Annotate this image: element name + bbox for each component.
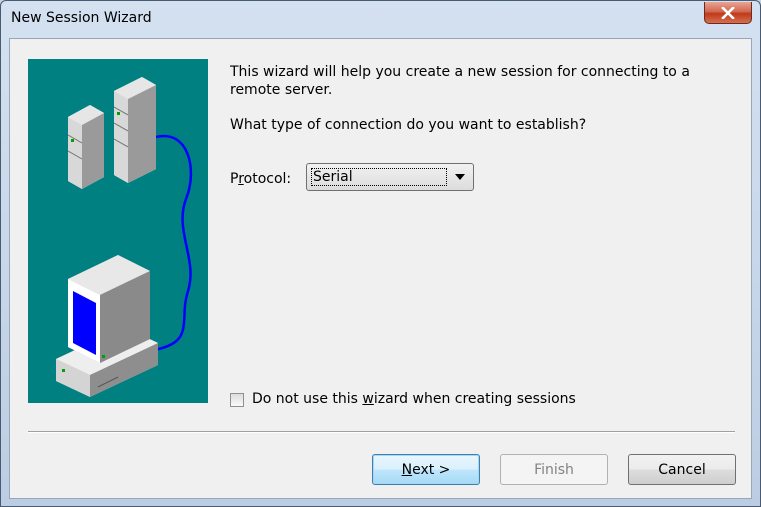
network-illustration — [56, 77, 193, 397]
dropdown-arrow-icon[interactable] — [455, 174, 465, 180]
server-icon — [67, 77, 156, 189]
protocol-dropdown[interactable]: Serial — [306, 163, 474, 191]
computer-icon — [56, 255, 158, 397]
window-title: New Session Wizard — [11, 10, 152, 26]
connection-question: What type of connection do you want to e… — [230, 117, 587, 133]
finish-button: Finish — [500, 454, 608, 485]
skip-wizard-checkbox[interactable] — [230, 393, 244, 407]
wizard-body: This wizard will help you create a new s… — [9, 38, 752, 499]
intro-text: This wizard will help you create a new s… — [230, 64, 690, 98]
button-separator — [28, 431, 735, 433]
protocol-label: Protocol: — [230, 171, 292, 187]
wizard-illustration — [28, 59, 208, 403]
close-icon — [721, 6, 735, 19]
wizard-window: New Session Wizard This wizard will help… — [0, 0, 761, 507]
skip-wizard-label[interactable]: Do not use this wizard when creating ses… — [252, 391, 576, 407]
cancel-button[interactable]: Cancel — [628, 454, 736, 485]
close-button[interactable] — [704, 2, 752, 24]
protocol-selected-value: Serial — [311, 168, 447, 186]
next-button[interactable]: Next > — [372, 454, 480, 485]
title-bar[interactable]: New Session Wizard — [1, 1, 760, 37]
